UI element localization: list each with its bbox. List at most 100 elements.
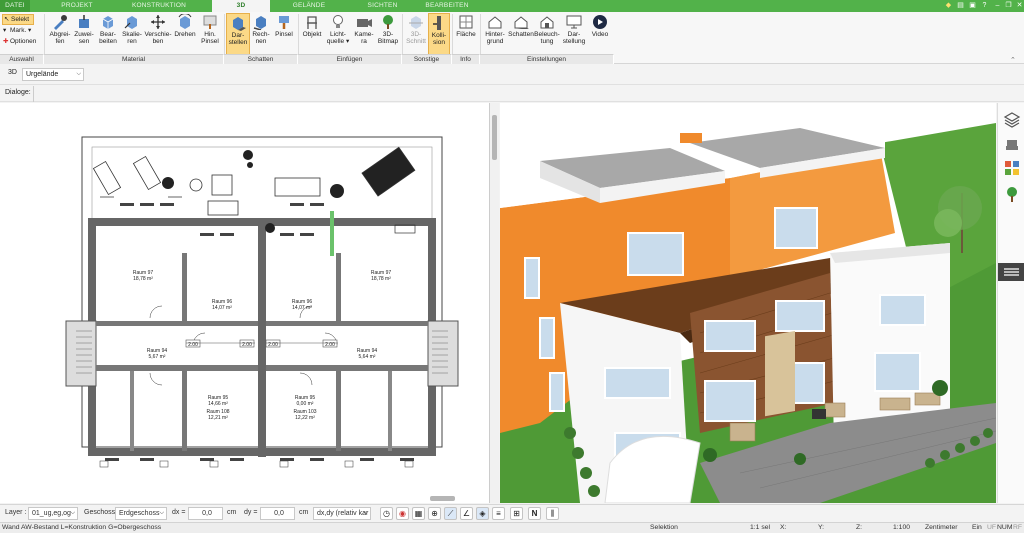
status-scale: 1:100 [893,524,911,531]
record-icon[interactable]: ◉ [396,507,409,520]
hamburger-icon [1004,268,1019,276]
rechnen-button[interactable]: Rech-nen [250,13,272,56]
dy-unit: cm [299,509,309,516]
ribbon: ↖ Selekt ▾ Mark. ▾ ✚ Optionen Auswahl Abgre… [0,12,1024,64]
paint-brush-icon [279,16,289,29]
abgreifen-button[interactable]: Abgrei-fen [48,13,72,56]
separator [480,14,481,54]
side-panel-toggle[interactable] [998,263,1024,281]
3d-side-toolbar [997,103,1024,503]
move-arrows-icon [151,15,165,29]
plant-icon[interactable] [1003,185,1021,203]
beleuchtung-button[interactable]: Beleuch-tung [534,13,560,56]
room-area: 18,78 m² [371,276,391,282]
armchair-icon[interactable] [1003,135,1021,153]
status-bar: Wand AW-Bestand L=Konstruktion G=Oberges… [0,522,1024,533]
window-icon[interactable]: ▣ [968,1,977,11]
area-icon [459,15,473,29]
objekt-button[interactable]: Objekt [300,13,324,56]
bucket-icon [79,15,89,28]
scroll-thumb[interactable] [492,115,497,160]
dx-input[interactable]: 0,0 [188,507,223,520]
ribbon-tab-bar: DATEI PROJEKT KONSTRUKTION 3D GELÄNDE SI… [0,0,1024,12]
clock-icon[interactable]: ◷ [380,507,393,520]
pinsel-button[interactable]: Pinsel [272,13,296,56]
hintergrund-button[interactable]: Hinter-grund [482,13,508,56]
minimize-icon[interactable]: – [993,1,1002,11]
dy-input[interactable]: 0,0 [260,507,295,520]
dy-label: dy = [244,509,258,516]
tab-projekt[interactable]: PROJEKT [48,0,106,12]
layers-small-icon[interactable]: ≡ [492,507,505,520]
chevron-down-icon: ⌵ [363,510,368,516]
monitor-icon [566,15,582,29]
edit-cube-icon [102,16,114,29]
floor-select[interactable]: Erdgeschoss ⌵ [115,507,167,520]
3d-schnitt-button[interactable]: 3D- Schnitt [404,13,428,56]
snap-angle-icon[interactable]: ∠ [460,507,473,520]
layer-select[interactable]: 01_ug,eg,og ⌵ [28,507,78,520]
darstellen-button[interactable]: Dar-stellen [226,13,250,56]
tab-datei[interactable]: DATEI [0,0,30,12]
lichtquelle-button[interactable]: Licht-quelle ▾ [324,13,352,56]
kollision-button[interactable]: Kolli-sion [428,13,450,56]
grid-icon[interactable]: ⊞ [510,507,523,520]
zuweisen-button[interactable]: Zuwei-sen [72,13,96,56]
group-info: Info [452,54,480,64]
layers-icon[interactable] [1003,111,1021,129]
tab-konstruktion[interactable]: KONSTRUKTION [120,0,198,12]
help-icon[interactable]: ? [980,1,989,11]
verschieben-button[interactable]: Verschie-ben [144,13,172,56]
background-house-icon [488,16,502,29]
dimension-label: 2.00 [325,342,335,348]
restore-icon[interactable]: ❐ [1004,1,1013,11]
snap-point-icon[interactable]: ⊕ [428,507,441,520]
hin-pinsel-button[interactable]: Hin. Pinsel [198,13,222,56]
plan-horizontal-scroll-thumb[interactable] [430,496,455,501]
coordinate-mode-select[interactable]: dx,dy (relativ kar ⌵ [313,507,371,520]
bitmap-button[interactable]: 3D- Bitmap [376,13,400,56]
pin-icon[interactable]: ◆ [944,1,953,11]
3d-view[interactable] [500,103,996,503]
dimension-label: 2.00 [268,342,278,348]
rotate-icon [178,14,192,29]
tab-gelaende[interactable]: GELÄNDE [278,0,340,12]
floor-plan-view[interactable]: Raum 97 18,78 m² Raum 96 14,07 m² Raum 96 1… [0,103,490,503]
select-button[interactable]: ↖ Selekt [2,14,34,25]
3d-cube-icon[interactable]: ◈ [476,507,489,520]
camera-icon [357,19,372,27]
layout-icon[interactable]: ▤ [956,1,965,11]
view-label: 3D [8,69,17,76]
snap-grid-icon[interactable]: ▦ [412,507,425,520]
group-material: Material [44,54,224,64]
darstellung-button[interactable]: Dar-stellung [560,13,588,56]
collapse-ribbon-icon[interactable]: ⌃ [1010,56,1016,64]
tab-sichten[interactable]: SICHTEN [355,0,410,12]
separator [44,14,45,54]
bearbeiten-button[interactable]: Bear-beiten [96,13,120,56]
ortho-icon[interactable]: ⫼ [546,507,559,520]
close-icon[interactable]: ✕ [1015,1,1024,11]
separator [402,14,403,54]
terrain-select[interactable]: Urgelände ⌵ [22,68,84,81]
skalieren-button[interactable]: Skalie-ren [120,13,144,56]
mark-icon: ▾ [3,27,7,34]
drehen-button[interactable]: Drehen [172,13,198,56]
divider [33,86,34,102]
mark-button[interactable]: ▾ Mark. ▾ [2,26,31,35]
flaeche-button[interactable]: Fläche [454,13,478,56]
tab-bearbeiten[interactable]: BEARBEITEN [418,0,476,12]
lighting-house-icon [540,16,554,29]
snap-line-icon[interactable]: ⟋ [444,507,457,520]
status-uf: UF [987,524,997,531]
schatten-settings-button[interactable]: Schatten [508,13,534,56]
options-button[interactable]: ✚ Optionen [2,37,36,46]
north-icon[interactable]: N [528,507,541,520]
kamera-button[interactable]: Kame-ra [352,13,376,56]
room-area: 5,67 m² [149,354,166,360]
video-button[interactable]: Video [588,13,612,56]
plan-vertical-scrollbar[interactable] [490,103,499,503]
status-rf: RF [1013,524,1023,531]
tab-3d[interactable]: 3D [212,0,270,12]
materials-icon[interactable] [1003,159,1021,177]
